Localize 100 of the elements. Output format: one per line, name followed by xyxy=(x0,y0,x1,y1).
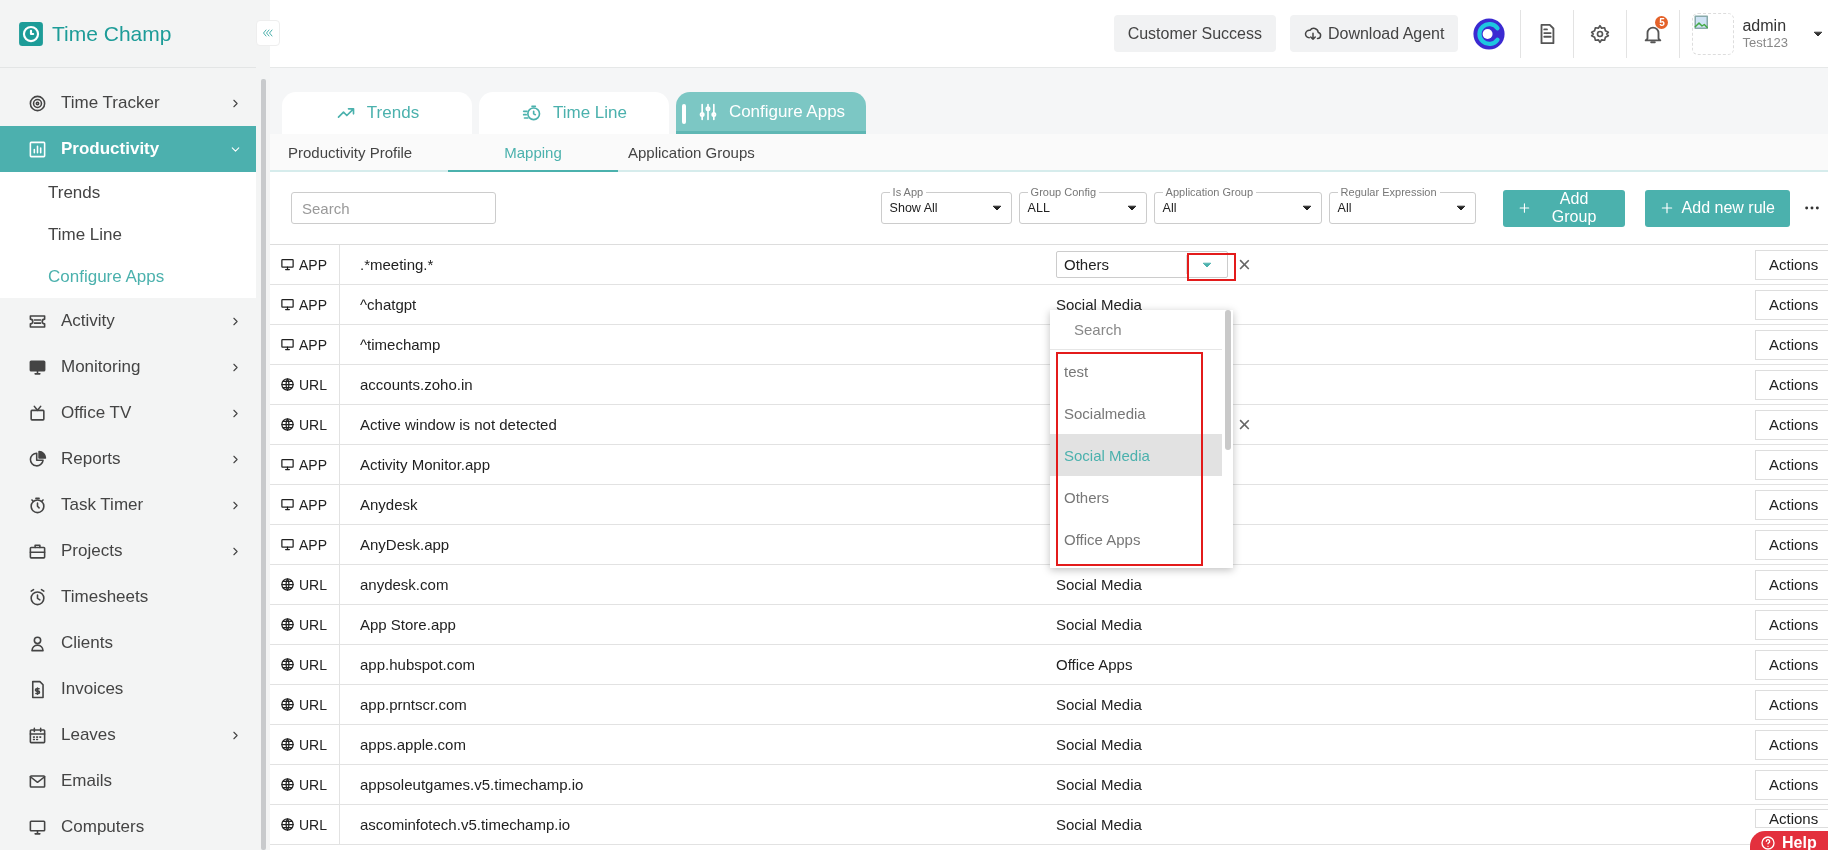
type-cell: APP xyxy=(270,525,340,564)
plus-icon xyxy=(1517,201,1531,215)
type-cell: URL xyxy=(270,805,340,844)
stopwatch-icon xyxy=(28,495,47,515)
type-cell: APP xyxy=(270,285,340,324)
header-button[interactable]: Download Agent xyxy=(1289,15,1459,52)
actions-button[interactable]: Actions xyxy=(1755,289,1828,320)
actions-button[interactable]: Actions xyxy=(1755,649,1828,680)
brand-name: Time Champ xyxy=(52,21,172,46)
sidebar-item[interactable]: Office TV xyxy=(0,390,256,436)
person-icon xyxy=(28,633,47,653)
header-button[interactable]: Customer Success xyxy=(1113,15,1276,52)
monitor-icon xyxy=(280,257,295,272)
rule-name-cell-text: Anydesk xyxy=(359,495,419,515)
group-name: Social Media xyxy=(1056,616,1142,633)
group-select[interactable]: Others xyxy=(1056,251,1228,278)
globe-icon xyxy=(280,577,295,592)
plus-icon xyxy=(1659,201,1674,215)
sidebar-item[interactable]: Clients xyxy=(0,620,256,666)
type-cell: APP xyxy=(270,245,340,284)
actions-button[interactable]: Actions xyxy=(1755,409,1828,440)
globe-icon xyxy=(280,777,295,792)
rule-name-cell-text: ascominfotech.v5.timechamp.io xyxy=(359,815,572,835)
rule-name-cell-text: app.hubspot.com xyxy=(359,655,477,675)
filter-value: All xyxy=(1162,201,1177,215)
rule-name-cell-text: AnyDesk.app xyxy=(359,535,451,555)
chat-logo-icon[interactable] xyxy=(1472,16,1507,51)
alarm-clock-icon xyxy=(28,587,47,607)
type-cell: URL xyxy=(270,605,340,644)
dropdown-option[interactable]: Office Apps xyxy=(1050,518,1222,560)
rule-name-cell-text: appsoleutgames.v5.timechamp.io xyxy=(359,775,585,795)
rule-name-cell-text: apps.apple.com xyxy=(359,735,467,755)
actions-button[interactable]: Actions xyxy=(1755,689,1828,720)
rule-name-cell-text: Active window is not detected xyxy=(359,415,558,435)
actions-button[interactable]: Actions xyxy=(1755,489,1828,520)
stopwatch-icon xyxy=(521,103,543,123)
settings-icon[interactable] xyxy=(1590,23,1611,44)
tv-icon xyxy=(28,403,47,423)
group-name: Social Media xyxy=(1056,816,1142,833)
filter-label: Is App xyxy=(889,185,927,199)
actions-button[interactable]: Actions xyxy=(1755,369,1828,400)
type-cell: APP xyxy=(270,445,340,484)
actions-button[interactable]: Actions xyxy=(1755,809,1828,828)
subtab[interactable]: Application Groups xyxy=(618,134,788,172)
dropdown-search-field[interactable]: Search xyxy=(1050,310,1222,350)
globe-icon xyxy=(280,417,295,432)
rule-name-cell-text: ^chatgpt xyxy=(359,295,418,315)
sidebar-item[interactable]: Time Tracker xyxy=(0,80,256,126)
filter-label: Application Group xyxy=(1162,185,1257,199)
clock-logo-icon xyxy=(18,20,44,47)
sidebar-item[interactable]: Reports xyxy=(0,436,256,482)
sidebar-item[interactable]: Invoices xyxy=(0,666,256,712)
submenu-item[interactable]: Time Line xyxy=(0,214,256,256)
actions-button[interactable]: Actions xyxy=(1755,729,1828,760)
sidebar-item[interactable]: Computers xyxy=(0,804,256,850)
subtab[interactable]: Productivity Profile xyxy=(278,134,448,172)
monitor-icon xyxy=(28,817,47,837)
actions-button[interactable]: Actions xyxy=(1755,449,1828,480)
submenu-item[interactable]: Trends xyxy=(0,172,256,214)
group-name: Office Apps xyxy=(1056,656,1133,673)
clear-button[interactable]: × xyxy=(1228,413,1251,436)
dropdown-option[interactable]: Others xyxy=(1050,476,1222,518)
type-cell: URL xyxy=(270,765,340,804)
search-field[interactable]: Search xyxy=(291,192,496,224)
dropdown-option[interactable]: test xyxy=(1050,350,1222,392)
actions-button[interactable]: Actions xyxy=(1755,609,1828,640)
pie-chart-icon xyxy=(28,449,47,469)
actions-button[interactable]: Actions xyxy=(1755,329,1828,360)
type-cell: URL xyxy=(270,405,340,444)
scrollbar-thumb[interactable] xyxy=(1225,310,1231,450)
cloud-download-icon xyxy=(1303,24,1322,43)
actions-button[interactable]: Actions xyxy=(1755,529,1828,560)
globe-icon xyxy=(280,817,295,832)
sidebar-item[interactable]: Emails xyxy=(0,758,256,804)
actions-button[interactable]: Actions xyxy=(1755,769,1828,800)
sidebar-item[interactable]: Projects xyxy=(0,528,256,574)
sidebar-item[interactable]: Activity xyxy=(0,298,256,344)
group-name: Social Media xyxy=(1056,696,1142,713)
sidebar-item[interactable]: Leaves xyxy=(0,712,256,758)
type-cell: URL xyxy=(270,365,340,404)
sidebar-item[interactable]: Monitoring xyxy=(0,344,256,390)
group-name: Social Media xyxy=(1056,296,1142,313)
scrollbar-thumb[interactable] xyxy=(260,79,266,850)
type-cell: URL xyxy=(270,565,340,604)
actions-button[interactable]: Actions xyxy=(1755,249,1828,280)
rule-name-cell-text: Activity Monitor.app xyxy=(359,455,492,475)
type-cell: URL xyxy=(270,685,340,724)
organization-name: Test123 xyxy=(1742,35,1788,50)
filter-value: ALL xyxy=(1027,201,1050,215)
globe-icon xyxy=(280,697,295,712)
clear-button[interactable]: × xyxy=(1228,253,1251,276)
sidebar-item[interactable]: Timesheets xyxy=(0,574,256,620)
rule-name-cell-text: App Store.app xyxy=(359,615,457,635)
rule-name-cell-text: app.prntscr.com xyxy=(359,695,468,715)
group-name: Social Media xyxy=(1056,576,1142,593)
dropdown-option[interactable]: Socialmedia xyxy=(1050,392,1222,434)
sidebar-item[interactable]: Task Timer xyxy=(0,482,256,528)
monitor-icon xyxy=(28,357,47,377)
actions-button[interactable]: Actions xyxy=(1755,569,1828,600)
globe-icon xyxy=(280,617,295,632)
